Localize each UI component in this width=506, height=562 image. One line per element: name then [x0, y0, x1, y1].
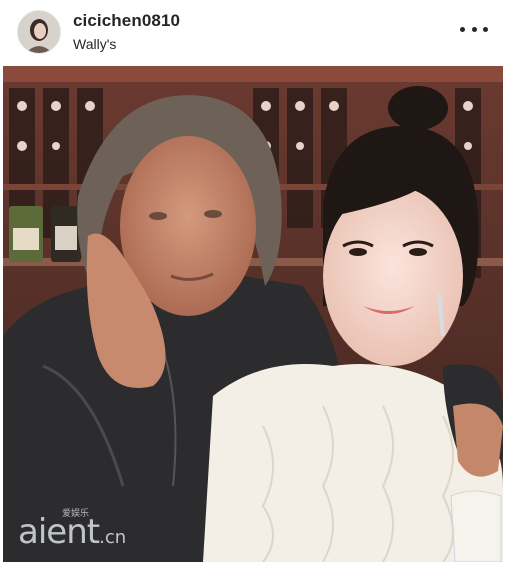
more-horizontal-icon-dot	[483, 26, 488, 32]
more-horizontal-icon	[460, 26, 465, 32]
location-link[interactable]: Wally's	[73, 36, 116, 52]
username-link[interactable]: cicichen0810	[73, 11, 180, 31]
watermark-suffix: .cn	[99, 527, 127, 548]
watermark-small-text: 爱娱乐	[62, 508, 90, 518]
instagram-post: cicichen0810 Wally's aient.cn 爱娱乐	[0, 0, 506, 562]
more-horizontal-icon-dot	[471, 26, 477, 32]
profile-avatar[interactable]	[17, 10, 61, 54]
post-header: cicichen0810 Wally's	[0, 0, 506, 66]
avatar-image	[18, 11, 60, 53]
photo-illustration	[3, 66, 503, 562]
post-photo[interactable]	[3, 66, 503, 562]
more-options-button[interactable]	[460, 20, 488, 38]
